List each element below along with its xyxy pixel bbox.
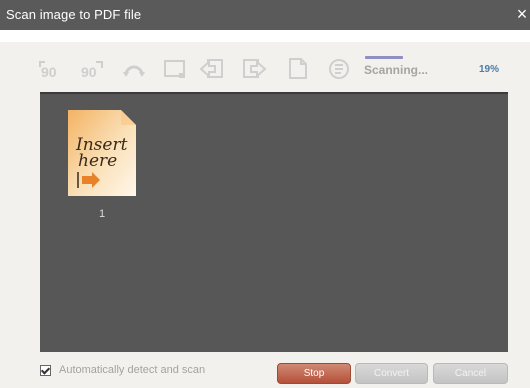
convert-button[interactable]: Convert [355,363,428,384]
move-right-icon[interactable] [241,55,267,81]
cancel-button[interactable]: Cancel [433,363,508,384]
svg-text:90: 90 [41,64,57,80]
toolbar: 90 90 [0,42,530,92]
auto-detect-checkbox[interactable] [40,365,51,376]
scan-progress-bar [365,56,403,59]
window-title: Scan image to PDF file [6,7,142,22]
crop-icon[interactable] [162,55,188,81]
page-thumbnail[interactable]: Insert here [68,110,136,196]
rotate-180-icon[interactable] [121,55,147,81]
svg-text:here: here [78,151,117,171]
thumbnail-number: 1 [98,208,106,220]
close-icon[interactable]: × [514,4,530,24]
title-bar[interactable]: Scan image to PDF file × [0,0,530,30]
scan-status-text: Scanning... [364,63,429,77]
page-icon[interactable] [285,55,311,81]
workarea-top-edge [40,92,508,94]
scan-progress-percent: 19% [479,64,500,75]
settings-icon[interactable] [326,55,352,81]
scan-dialog-window: Scan image to PDF file × 90 90 Scanning.… [0,0,530,388]
rotate-cw-90-icon[interactable]: 90 [80,55,106,81]
move-left-icon[interactable] [199,55,225,81]
auto-detect-label[interactable]: Automatically detect and scan [59,364,205,376]
svg-text:90: 90 [81,64,97,80]
stop-button[interactable]: Stop [277,363,351,384]
top-strip [0,30,530,42]
rotate-ccw-90-icon[interactable]: 90 [36,55,62,81]
